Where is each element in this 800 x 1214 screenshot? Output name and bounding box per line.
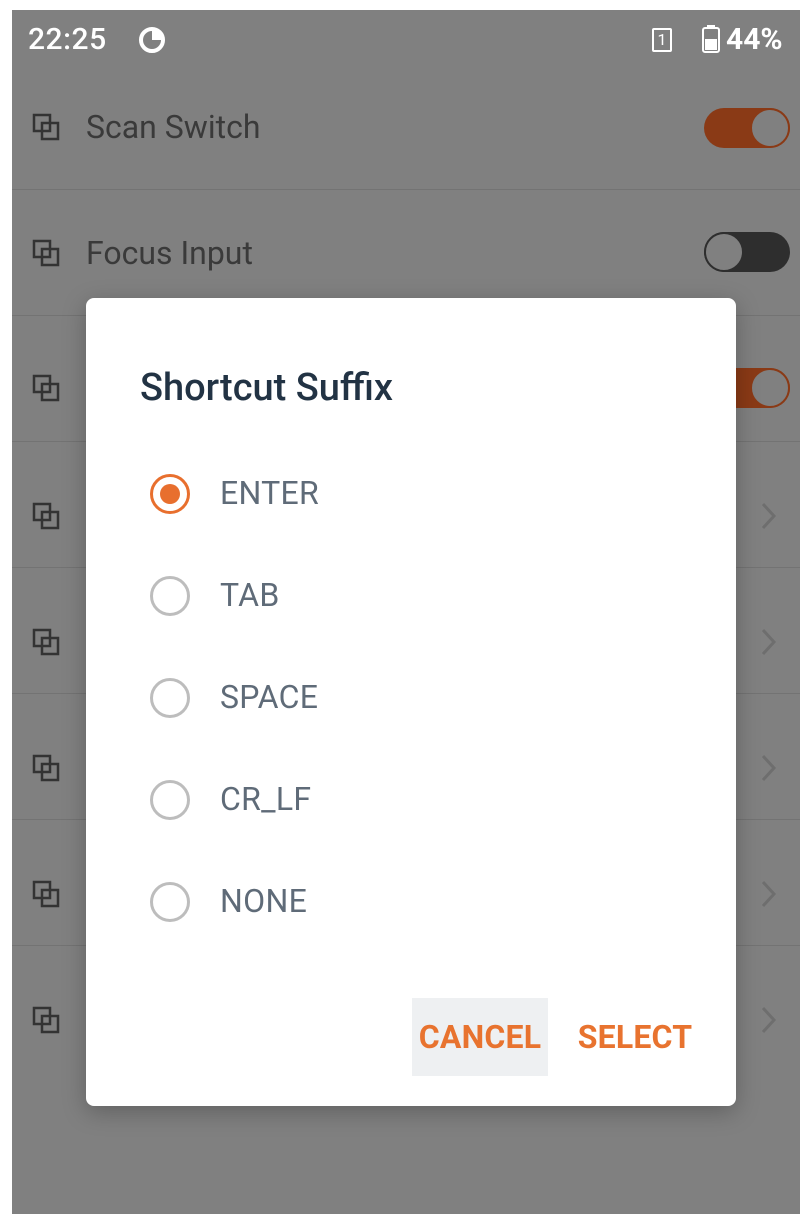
radio-button[interactable] xyxy=(150,882,190,922)
option-none[interactable]: NONE xyxy=(138,862,698,942)
copy-icon xyxy=(32,113,60,141)
data-saver-icon xyxy=(139,27,165,53)
copy-icon xyxy=(32,628,60,656)
chevron-right-icon xyxy=(761,880,777,908)
dialog-title: Shortcut Suffix xyxy=(140,366,394,410)
option-label: SPACE xyxy=(220,678,319,716)
radio-button[interactable] xyxy=(150,678,190,718)
status-bar: 22:25 1 44% xyxy=(12,10,800,70)
copy-icon xyxy=(32,754,60,782)
option-space[interactable]: SPACE xyxy=(138,658,698,738)
scan-switch-toggle[interactable] xyxy=(704,108,790,148)
option-label: ENTER xyxy=(220,474,320,512)
radio-button-checked[interactable] xyxy=(150,474,190,514)
screen: 22:25 1 44% Scan Switch Focus Input Shor… xyxy=(12,10,800,1214)
copy-icon xyxy=(32,239,60,267)
shortcut-suffix-dialog: Shortcut Suffix ENTER TAB SPACE CR_LF NO… xyxy=(86,298,736,1106)
option-label: TAB xyxy=(220,576,280,614)
sim-card-icon: 1 xyxy=(652,28,672,52)
focus-input-label: Focus Input xyxy=(86,234,253,272)
copy-icon xyxy=(32,374,60,402)
option-tab[interactable]: TAB xyxy=(138,556,698,636)
toggle-knob xyxy=(704,232,744,272)
copy-icon xyxy=(32,502,60,530)
chevron-right-icon xyxy=(761,1006,777,1034)
battery-percent: 44% xyxy=(726,22,783,57)
copy-icon xyxy=(32,1006,60,1034)
battery-icon xyxy=(702,25,720,53)
focus-input-toggle[interactable] xyxy=(704,232,790,272)
select-button[interactable]: SELECT xyxy=(568,998,702,1076)
copy-icon xyxy=(32,880,60,908)
radio-button[interactable] xyxy=(150,780,190,820)
option-label: CR_LF xyxy=(220,780,312,818)
option-enter[interactable]: ENTER xyxy=(138,454,698,534)
chevron-right-icon xyxy=(761,502,777,530)
settings-row-scan-switch[interactable]: Scan Switch xyxy=(12,64,800,190)
status-time: 22:25 xyxy=(28,22,107,57)
scan-switch-label: Scan Switch xyxy=(86,108,261,146)
chevron-right-icon xyxy=(761,754,777,782)
option-cr-lf[interactable]: CR_LF xyxy=(138,760,698,840)
toggle-knob xyxy=(750,368,790,408)
option-label: NONE xyxy=(220,882,308,920)
chevron-right-icon xyxy=(761,628,777,656)
radio-button[interactable] xyxy=(150,576,190,616)
cancel-button[interactable]: CANCEL xyxy=(412,998,548,1076)
toggle-knob xyxy=(750,108,790,148)
